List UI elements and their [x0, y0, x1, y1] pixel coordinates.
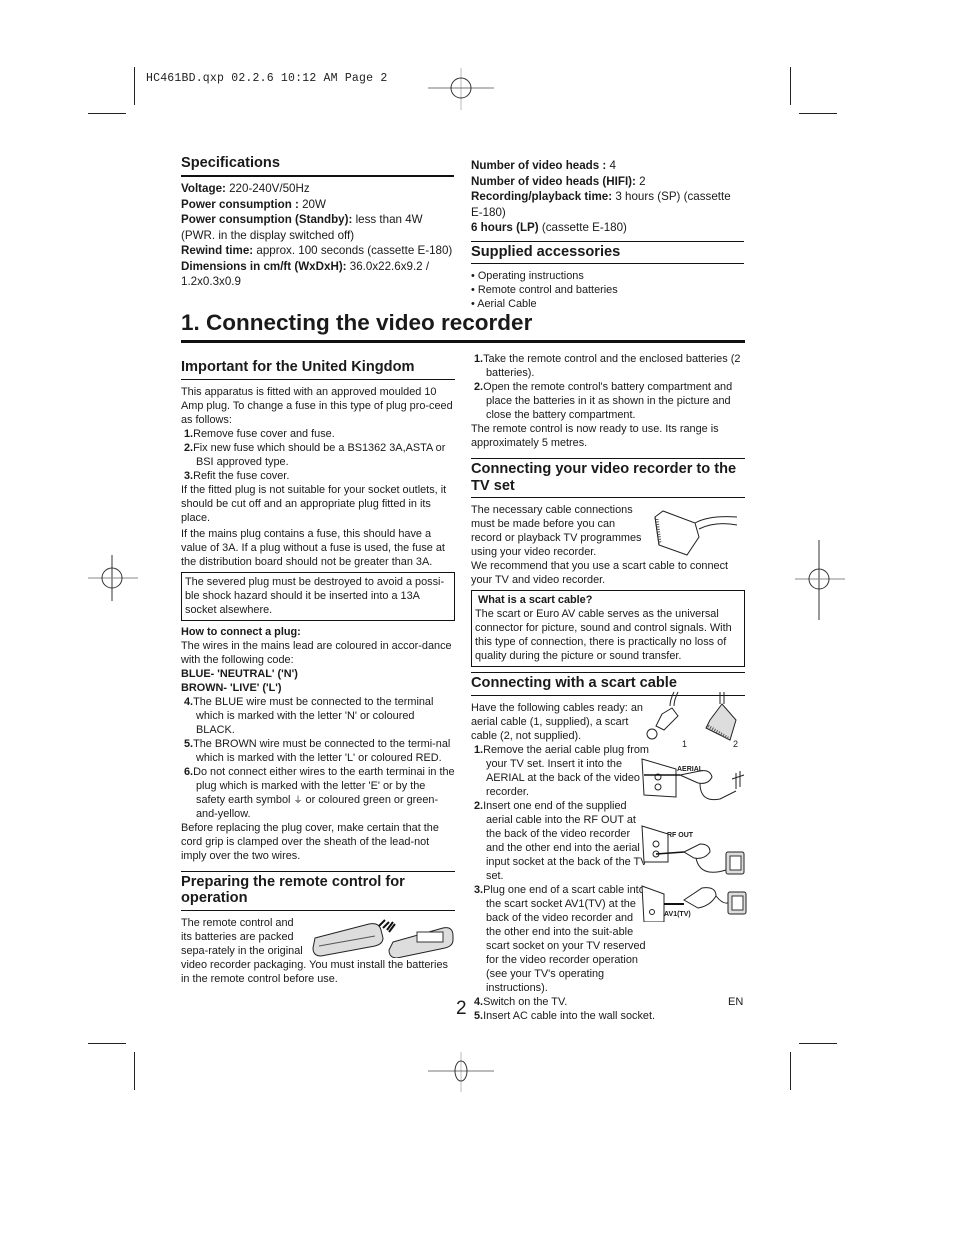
figure-label: AV1(TV) — [664, 911, 691, 918]
spec-item: Voltage: 220-240V/50Hz — [181, 182, 310, 195]
page-title: 1. Connecting the video recorder — [181, 309, 745, 343]
crop-mark — [790, 67, 791, 105]
list-item: 3.Refit the fuse cover. — [184, 469, 290, 482]
uk-paragraph: If the mains plug contains a fuse, this … — [181, 527, 445, 568]
list-item: • Operating instructions — [471, 270, 584, 282]
uk-paragraph: If the fitted plug is not suitable for y… — [181, 483, 447, 524]
wire-code: BROWN- 'LIVE' ('L') — [181, 681, 282, 694]
page-number: 2 — [456, 998, 467, 1019]
spec-item: Dimensions in cm/ft (WxDxH): 36.0x22.6x9… — [181, 259, 430, 289]
accessories-title: Supplied accessories — [471, 240, 744, 264]
tvset-title: Connecting your video recorder to the TV… — [471, 458, 745, 498]
list-item: 5.Insert AC cable into the wall socket. — [474, 1009, 656, 1022]
specifications-section: Specifications Voltage: 220-240V/50Hz Po… — [181, 155, 454, 290]
crop-mark — [790, 1052, 791, 1090]
list-item: 1.Take the remote control and the enclos… — [474, 353, 741, 379]
list-item: 4.Switch on the TV. — [474, 995, 568, 1008]
wire-code: BLUE- 'NEUTRAL' ('N') — [181, 667, 298, 680]
warning-box: The severed plug must be destroyed to av… — [181, 571, 455, 621]
remote-control-illustration-icon — [312, 918, 454, 958]
uk-section: Important for the United Kingdom This ap… — [181, 357, 455, 986]
accessories-list: • Operating instructions • Remote contro… — [471, 269, 744, 311]
spec-item: Power consumption (Standby): less than 4… — [181, 213, 423, 242]
aerial-connection-illustration-icon — [641, 758, 745, 801]
rfout-connection-illustration-icon — [641, 825, 745, 875]
box-title: What is a scart cable? — [478, 594, 593, 606]
list-item: 6.Do not connect either wires to the ear… — [184, 765, 455, 820]
crop-mark — [799, 1043, 837, 1044]
registration-mark-icon — [428, 68, 494, 110]
box-text: The scart or Euro AV cable serves as the… — [475, 608, 732, 662]
registration-mark-icon — [795, 540, 845, 620]
list-item: 4.The BLUE wire must be connected to the… — [184, 695, 434, 736]
specifications-title: Specifications — [181, 155, 454, 177]
remote-range: The remote control is now ready to use. … — [471, 423, 719, 449]
spec-item: Rewind time: approx. 100 seconds (casset… — [181, 244, 453, 257]
how-text: The wires in the mains lead are coloured… — [181, 639, 452, 666]
crop-mark — [88, 1043, 126, 1044]
uk-closing: Before replacing the plug cover, make ce… — [181, 821, 439, 862]
spec-item: Power consumption : 20W — [181, 197, 326, 211]
list-item: 2.Open the remote control's battery comp… — [474, 381, 733, 421]
list-item: 3.Plug one end of a scart cable into the… — [474, 883, 646, 994]
remote-title: Preparing the remote control for operati… — [181, 870, 455, 911]
uk-title: Important for the United Kingdom — [181, 357, 455, 380]
av1-connection-illustration-icon — [641, 885, 747, 922]
crop-mark — [134, 1052, 135, 1090]
specifications-right: Number of video heads : 4 Number of vide… — [471, 158, 744, 311]
language-code: EN — [728, 996, 744, 1008]
scart-plug-illustration-icon — [654, 510, 738, 556]
figure-label: 2 — [733, 739, 739, 749]
file-slug: HC461BD.qxp 02.2.6 10:12 AM Page 2 — [146, 72, 388, 85]
crop-mark — [799, 113, 837, 114]
remote-text-block: The remote control and its batteries are… — [181, 916, 455, 986]
spec-item: 6 hours (LP) (cassette E-180) — [471, 221, 627, 234]
list-item: • Remote control and batteries — [471, 284, 618, 296]
uk-intro: This apparatus is fitted with an approve… — [181, 385, 453, 426]
list-item: 2.Insert one end of the supplied aerial … — [474, 799, 648, 882]
list-item: 5.The BROWN wire must be connected to th… — [184, 737, 451, 764]
list-item: 1.Remove fuse cover and fuse. — [184, 427, 335, 440]
tvset-recommend: We recommend that you use a scart cable … — [471, 560, 729, 586]
registration-mark-icon — [88, 555, 138, 601]
figure-label: 1 — [682, 739, 688, 749]
scart-intro: Have the following cables ready: an aeri… — [471, 701, 643, 742]
spec-item: Recording/playback time: 3 hours (SP) (c… — [471, 190, 731, 219]
spec-item: Number of video heads : 4 — [471, 159, 616, 172]
figure-label: AERIAL — [677, 766, 704, 773]
registration-mark-icon — [428, 1052, 494, 1092]
list-item: 1.Remove the aerial cable plug from your… — [474, 743, 649, 798]
scart-steps: Have the following cables ready: an aeri… — [471, 701, 651, 883]
tvset-text-block: The necessary cable connections must be … — [471, 503, 745, 587]
figure-label: RF OUT — [667, 832, 694, 839]
crop-mark — [88, 113, 126, 114]
scart-info-box: What is a scart cable? The scart or Euro… — [471, 590, 745, 667]
spec-item: Number of video heads (HIFI): 2 — [471, 174, 646, 188]
how-title: How to connect a plug: — [181, 625, 301, 638]
list-item: 2.Fix new fuse which should be a BS1362 … — [184, 441, 446, 468]
crop-mark — [134, 67, 135, 105]
